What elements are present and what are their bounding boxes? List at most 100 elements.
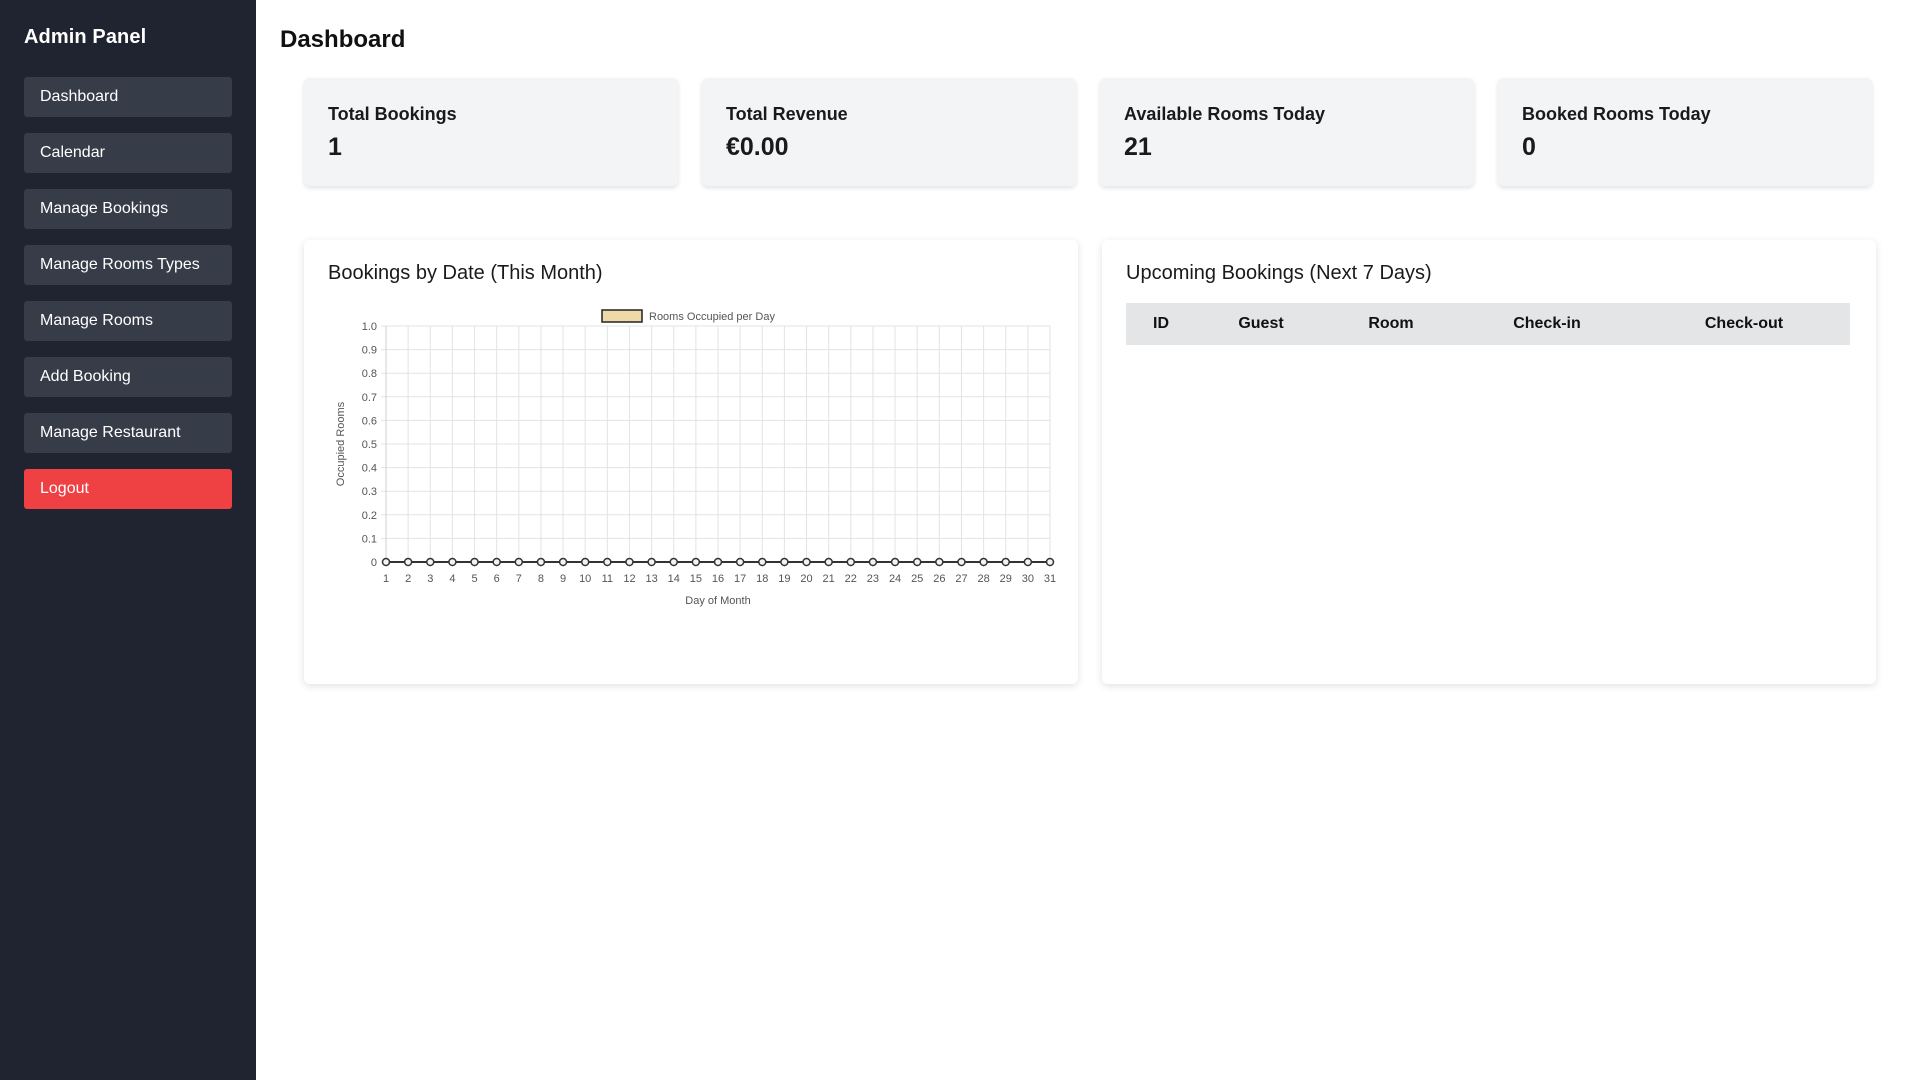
- column-header-id[interactable]: ID: [1126, 303, 1196, 345]
- x-tick-label: 30: [1022, 573, 1034, 585]
- data-point: [691, 557, 701, 567]
- column-header-room[interactable]: Room: [1326, 303, 1456, 345]
- data-point: [381, 557, 391, 567]
- y-axis-title: Occupied Rooms: [335, 401, 347, 486]
- x-tick-label: 17: [734, 573, 746, 585]
- page-title: Dashboard: [280, 26, 406, 53]
- data-point: [1001, 557, 1010, 567]
- data-point: [558, 557, 568, 567]
- y-tick-label: 0.4: [362, 463, 377, 475]
- sidebar-item-add-booking[interactable]: Add Booking: [24, 357, 232, 397]
- data-point: [448, 557, 457, 567]
- y-tick-label: 0.5: [362, 439, 377, 451]
- data-point: [802, 557, 811, 567]
- x-tick-label: 28: [977, 573, 989, 585]
- sidebar-item-manage-rooms-types[interactable]: Manage Rooms Types: [24, 245, 232, 285]
- data-point: [426, 557, 435, 567]
- stats-row: Total Bookings 1 Total Revenue €0.00 Ava…: [280, 78, 1920, 186]
- x-tick-label: 2: [405, 573, 411, 585]
- x-tick-label: 8: [538, 573, 544, 585]
- data-point: [514, 557, 524, 567]
- sidebar-item-manage-bookings[interactable]: Manage Bookings: [24, 189, 232, 229]
- x-tick-label: 13: [645, 573, 657, 585]
- data-point: [580, 557, 590, 567]
- bookings-chart-panel: Bookings by Date (This Month) 0 0.1 0.2 0.3…: [304, 240, 1078, 684]
- stat-label: Total Bookings: [328, 104, 457, 124]
- stat-card-available-rooms: Available Rooms Today 21: [1100, 78, 1474, 186]
- x-tick-label: 7: [516, 573, 522, 585]
- x-tick-label: 15: [690, 573, 702, 585]
- y-tick-label: 0: [371, 557, 377, 569]
- data-point: [890, 557, 900, 567]
- x-tick-label: 25: [911, 573, 923, 585]
- nav-list: Dashboard Calendar Manage Bookings Manag…: [24, 77, 232, 509]
- x-tick-label: 10: [579, 573, 591, 585]
- x-tick-label: 3: [427, 573, 433, 585]
- x-tick-label: 19: [778, 573, 790, 585]
- stat-label: Booked Rooms Today: [1522, 104, 1711, 124]
- data-point: [846, 557, 856, 567]
- data-point: [957, 557, 966, 567]
- table-header-row: ID Guest Room Check-in Check-out: [1126, 303, 1850, 345]
- logout-button[interactable]: Logout: [24, 469, 232, 509]
- sidebar-item-manage-restaurant[interactable]: Manage Restaurant: [24, 413, 232, 453]
- sidebar-item-dashboard[interactable]: Dashboard: [24, 77, 232, 117]
- stat-card-booked-rooms: Booked Rooms Today 0: [1498, 78, 1872, 186]
- y-tick-label: 0.8: [362, 368, 377, 380]
- x-tick-label: 1: [383, 573, 389, 585]
- x-tick-label: 31: [1044, 573, 1056, 585]
- stat-value: 21: [1124, 133, 1152, 161]
- x-tick-label: 16: [712, 573, 724, 585]
- data-point: [868, 557, 878, 567]
- upcoming-bookings-table: ID Guest Room Check-in Check-out: [1126, 303, 1850, 345]
- column-header-check-in[interactable]: Check-in: [1456, 303, 1638, 345]
- y-tick-label: 1.0: [362, 321, 377, 333]
- data-point: [647, 557, 656, 567]
- data-point: [669, 557, 678, 567]
- y-tick-label: 0.3: [362, 486, 377, 498]
- data-point: [979, 557, 988, 567]
- data-point: [625, 557, 634, 567]
- data-point: [713, 557, 723, 567]
- data-point: [912, 557, 922, 567]
- y-tick-label: 0.9: [362, 345, 377, 357]
- data-point: [1023, 557, 1033, 567]
- sidebar: Admin Panel Dashboard Calendar Manage Bo…: [0, 0, 256, 1080]
- stat-label: Total Revenue: [726, 104, 848, 124]
- data-point: [758, 557, 767, 567]
- sidebar-item-manage-rooms[interactable]: Manage Rooms: [24, 301, 232, 341]
- upcoming-panel-title: Upcoming Bookings (Next 7 Days): [1126, 262, 1432, 284]
- main-content: Dashboard Total Bookings 1 Total Revenue…: [256, 0, 1920, 1080]
- y-tick-label: 0.1: [362, 533, 377, 545]
- stat-card-total-bookings: Total Bookings 1: [304, 78, 678, 186]
- legend-swatch: [601, 309, 643, 323]
- column-header-guest[interactable]: Guest: [1196, 303, 1326, 345]
- upcoming-bookings-panel: Upcoming Bookings (Next 7 Days) ID Guest…: [1102, 240, 1876, 684]
- app-root: Admin Panel Dashboard Calendar Manage Bo…: [0, 0, 1920, 1080]
- data-point: [603, 557, 612, 567]
- stat-value: €0.00: [726, 133, 789, 161]
- sidebar-item-calendar[interactable]: Calendar: [24, 133, 232, 173]
- x-tick-label: 27: [955, 573, 967, 585]
- legend-label: Rooms Occupied per Day: [649, 311, 775, 323]
- x-tick-label: 4: [449, 573, 455, 585]
- stat-label: Available Rooms Today: [1124, 104, 1326, 124]
- data-point: [780, 557, 789, 567]
- x-tick-label: 14: [668, 573, 680, 585]
- data-point: [492, 557, 501, 567]
- data-point: [536, 557, 546, 567]
- data-point: [1045, 557, 1055, 567]
- x-tick-label: 21: [823, 573, 835, 585]
- stat-value: 1: [328, 133, 342, 161]
- sidebar-title: Admin Panel: [24, 26, 147, 48]
- bookings-line-chart: 00.10.20.30.40.50.60.70.80.91.01 2 3 4 5 6 7 8 9…: [335, 309, 1056, 607]
- x-tick-label: 29: [1000, 573, 1012, 585]
- data-point: [824, 557, 833, 567]
- x-tick-label: 26: [933, 573, 945, 585]
- y-tick-label: 0.7: [362, 392, 377, 404]
- panels-row: Bookings by Date (This Month) 0 0.1 0.2 0.3…: [280, 240, 1920, 684]
- column-header-check-out[interactable]: Check-out: [1638, 303, 1850, 345]
- x-tick-label: 5: [471, 573, 477, 585]
- data-point: [403, 557, 413, 567]
- x-tick-label: 11: [602, 573, 613, 585]
